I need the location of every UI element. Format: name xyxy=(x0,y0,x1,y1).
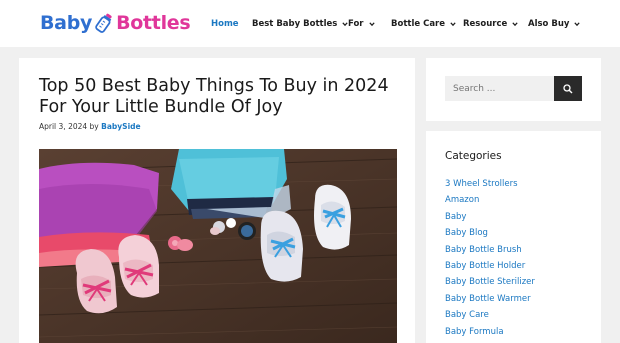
article-card: Top 50 Best Baby Things To Buy in 2024 F… xyxy=(19,58,415,343)
article-title[interactable]: Top 50 Best Baby Things To Buy in 2024 F… xyxy=(39,76,404,118)
nav-resource-label: Resource xyxy=(463,19,508,29)
categories-list: 3 Wheel Strollers Amazon Baby Baby Blog … xyxy=(445,178,535,342)
category-link[interactable]: Baby Bottle Warmer xyxy=(445,293,535,309)
chevron-down-icon xyxy=(574,22,581,27)
category-link[interactable]: Baby Blog xyxy=(445,227,535,243)
article-meta: April 3, 2024 by BabySide xyxy=(39,122,141,131)
article-by: by xyxy=(89,122,99,131)
search-widget xyxy=(426,58,601,121)
bottle-icon xyxy=(95,13,112,33)
nav-home-label: Home xyxy=(211,19,239,29)
nav-bottle-care[interactable]: Bottle Care xyxy=(391,19,456,29)
category-link[interactable]: Amazon xyxy=(445,194,535,210)
nav-home[interactable]: Home xyxy=(211,19,239,29)
search-icon xyxy=(563,83,573,93)
nav-best-baby-bottles[interactable]: Best Baby Bottles xyxy=(252,19,348,29)
featured-image[interactable] xyxy=(39,149,397,343)
category-link[interactable]: Baby Bottle Brush xyxy=(445,244,535,260)
nav-also-buy[interactable]: Also Buy xyxy=(528,19,581,29)
nav-bottle-care-label: Bottle Care xyxy=(391,19,446,29)
category-link[interactable]: Baby Formula xyxy=(445,326,535,342)
category-link[interactable]: Baby Care xyxy=(445,309,535,325)
chevron-down-icon xyxy=(368,22,375,27)
nav-resource[interactable]: Resource xyxy=(463,19,518,29)
categories-widget: Categories 3 Wheel Strollers Amazon Baby… xyxy=(426,131,601,343)
chevron-down-icon xyxy=(512,22,518,27)
article-author[interactable]: BabySide xyxy=(101,122,140,131)
categories-title: Categories xyxy=(445,150,502,162)
nav-for[interactable]: For xyxy=(348,19,375,29)
category-link[interactable]: Baby Bottle Holder xyxy=(445,260,535,276)
category-link[interactable]: Baby Bottle Sterilizer xyxy=(445,276,535,292)
logo-word-baby: Baby xyxy=(40,12,93,34)
search-button[interactable] xyxy=(554,76,582,101)
category-link[interactable]: 3 Wheel Strollers xyxy=(445,178,535,194)
logo-word-bottles: Bottles xyxy=(116,12,191,34)
nav-also-buy-label: Also Buy xyxy=(528,19,570,29)
featured-image-art xyxy=(39,149,397,343)
search-input[interactable] xyxy=(445,76,555,101)
nav-for-label: For xyxy=(348,19,364,29)
site-header: Baby Bottles Home Best Baby Bottles For … xyxy=(0,0,620,47)
nav-best-baby-bottles-label: Best Baby Bottles xyxy=(252,19,338,29)
chevron-down-icon xyxy=(450,22,456,27)
category-link[interactable]: Baby xyxy=(445,211,535,227)
article-date[interactable]: April 3, 2024 xyxy=(39,122,87,131)
site-logo[interactable]: Baby Bottles xyxy=(40,9,191,37)
